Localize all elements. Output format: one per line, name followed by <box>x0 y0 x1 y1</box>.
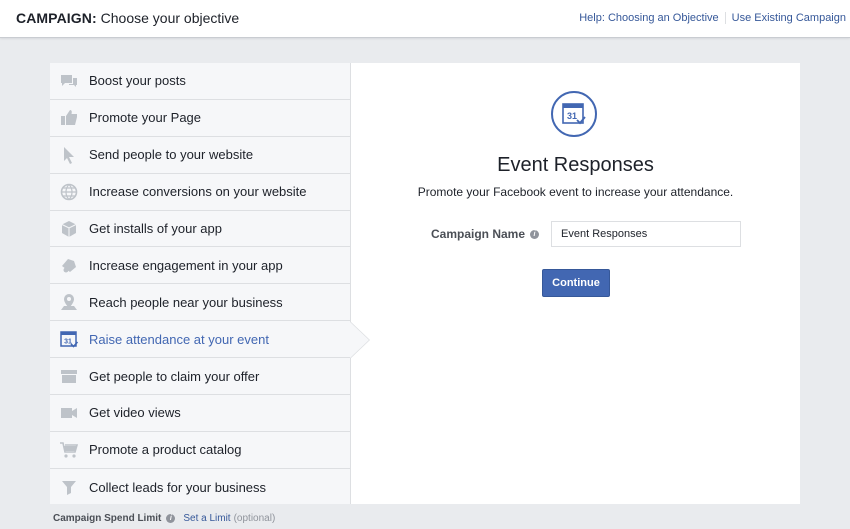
objective-label: Get people to claim your offer <box>89 368 260 384</box>
objective-label: Increase conversions on your website <box>89 184 307 200</box>
info-icon[interactable]: i <box>166 514 176 523</box>
objective-item[interactable]: Increase conversions on your website <box>50 174 350 211</box>
objective-panel: Boost your posts Promote your Page Send pe… <box>50 63 800 504</box>
continue-button[interactable]: Continue <box>542 269 610 297</box>
page-title-text: Choose your objective <box>100 10 240 26</box>
objective-label: Get installs of your app <box>89 221 222 236</box>
objective-title: Event Responses <box>497 154 654 176</box>
objective-item[interactable]: Get installs of your app <box>50 211 350 248</box>
shopping-cart-icon <box>59 440 79 460</box>
globe-icon <box>59 182 79 202</box>
objective-label: Get video views <box>89 405 181 421</box>
objective-item[interactable]: Get video views <box>50 395 350 432</box>
calendar-day-number: 31 <box>567 111 577 121</box>
objective-label: Raise attendance at your event <box>89 331 269 347</box>
objective-item[interactable]: 31 Raise attendance at your event <box>50 321 350 359</box>
page-title-prefix: CAMPAIGN: <box>16 10 97 26</box>
objective-item[interactable]: Promote a product catalog <box>50 432 350 469</box>
objective-label: Promote your Page <box>89 110 202 126</box>
objective-item[interactable]: Increase engagement in your app <box>50 247 350 285</box>
help-link[interactable]: Help: Choosing an Objective <box>579 12 718 24</box>
objective-item[interactable]: Collect leads for your business <box>50 469 350 506</box>
campaign-name-label: Campaign Name <box>431 227 526 241</box>
offer-tag-icon <box>59 366 79 386</box>
chat-bubbles-icon <box>59 71 79 91</box>
cursor-icon <box>59 145 79 165</box>
use-existing-campaign-link[interactable]: Use Existing Campaign <box>732 12 846 24</box>
objective-item[interactable]: Get people to claim your offer <box>50 358 350 396</box>
info-icon[interactable]: i <box>530 229 540 239</box>
header-links: Help: Choosing an Objective Use Existing … <box>579 12 846 25</box>
page-title: CAMPAIGN: Choose your objective <box>16 10 239 26</box>
objective-label: Reach people near your business <box>89 294 283 310</box>
map-pin-icon <box>59 292 79 312</box>
box-icon <box>59 219 79 239</box>
objective-label: Collect leads for your business <box>89 479 267 495</box>
campaign-name-row: Campaign Name i <box>431 221 742 247</box>
objective-label: Send people to your website <box>89 147 254 163</box>
objective-label: Increase engagement in your app <box>89 257 283 273</box>
link-divider <box>724 12 726 25</box>
video-camera-icon <box>59 403 79 423</box>
spend-limit-label: Campaign Spend Limit <box>53 513 162 524</box>
objective-description: Promote your Facebook event to increase … <box>417 185 734 199</box>
objective-label: Promote a product catalog <box>89 442 242 458</box>
campaign-name-input[interactable] <box>551 221 742 247</box>
objective-item[interactable]: Boost your posts <box>50 63 350 100</box>
objective-list: Boost your posts Promote your Page Send pe… <box>50 63 351 504</box>
objective-item[interactable]: Reach people near your business <box>50 284 350 322</box>
objective-item[interactable]: Promote your Page <box>50 100 350 137</box>
event-calendar-icon: 31 <box>551 91 597 137</box>
calendar-icon: 31 <box>59 329 79 349</box>
spend-limit-bar: Campaign Spend Limit i Set a Limit (opti… <box>53 513 275 524</box>
funnel-icon <box>59 477 79 497</box>
gamepad-icon <box>59 255 79 275</box>
objective-item[interactable]: Send people to your website <box>50 137 350 174</box>
objective-label: Boost your posts <box>89 73 186 89</box>
set-limit-link[interactable]: Set a Limit <box>183 513 230 524</box>
objective-detail: 31 Event Responses Promote your Facebook… <box>351 63 800 504</box>
optional-note: (optional) <box>233 513 276 524</box>
thumbs-up-icon <box>59 108 79 128</box>
top-bar: CAMPAIGN: Choose your objective Help: Ch… <box>0 0 850 38</box>
